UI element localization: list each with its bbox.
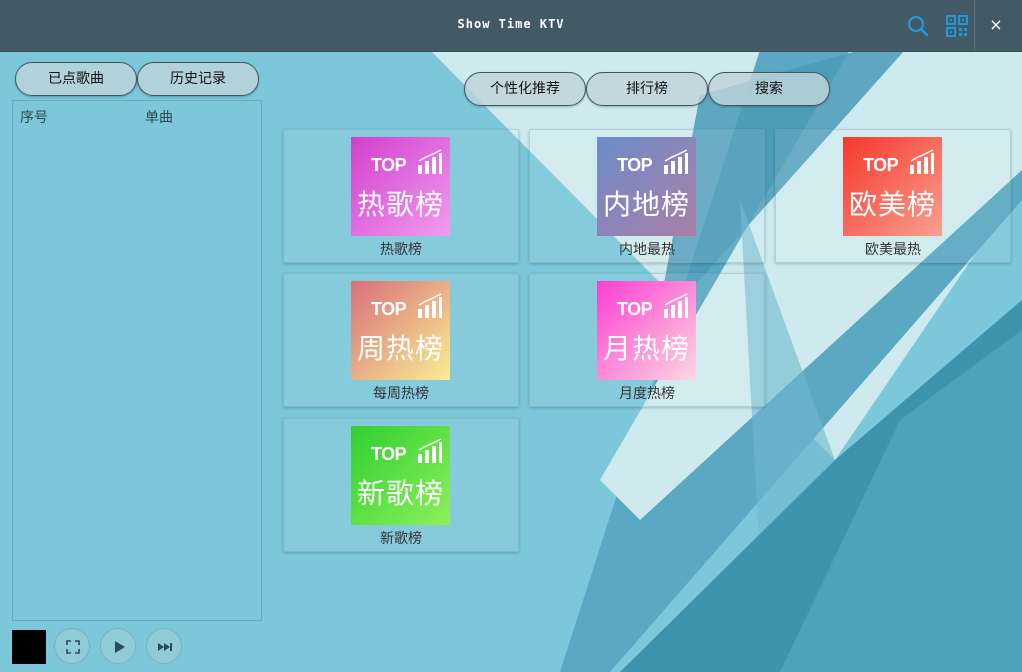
tab-queued-songs[interactable]: 已点歌曲 <box>15 62 137 96</box>
chart-card-new[interactable]: TOP 新歌榜 新歌榜 <box>283 418 519 552</box>
play-button[interactable] <box>100 628 136 664</box>
column-header-index: 序号 <box>20 110 48 126</box>
chart-bars-icon <box>910 149 934 174</box>
chart-card-mainland[interactable]: TOP 内地榜 内地最热 <box>529 129 765 263</box>
chart-cover: TOP 新歌榜 <box>351 426 450 525</box>
column-header-song: 单曲 <box>145 110 173 126</box>
chart-cover-title: 欧美榜 <box>848 188 936 221</box>
chart-bars-icon <box>418 293 442 318</box>
chart-cover-title: 月热榜 <box>602 332 690 365</box>
chart-cover-title: 内地榜 <box>602 188 690 221</box>
chart-caption: 热歌榜 <box>380 242 422 258</box>
chart-cover-title: 新歌榜 <box>356 477 444 510</box>
tab-recommend[interactable]: 个性化推荐 <box>464 72 586 106</box>
chart-bars-icon <box>418 438 442 463</box>
chart-bars-icon <box>664 293 688 318</box>
chart-card-western[interactable]: TOP 欧美榜 欧美最热 <box>775 129 1011 263</box>
chart-bars-icon <box>418 149 442 174</box>
window-title: Show Time KTV <box>457 17 565 31</box>
chart-card-weekly[interactable]: TOP 周热榜 每周热榜 <box>283 273 519 407</box>
chart-cover-title: 周热榜 <box>356 332 444 365</box>
chart-caption: 欧美最热 <box>865 242 921 258</box>
tab-charts[interactable]: 排行榜 <box>586 72 708 106</box>
top-label: TOP <box>617 299 653 319</box>
chart-cover: TOP 热歌榜 <box>351 137 450 236</box>
tab-history[interactable]: 历史记录 <box>137 62 259 96</box>
play-icon <box>115 641 125 653</box>
app-window: Show Time KTV × 已点歌曲 历史记录 序号 单曲 个性化推荐 排行… <box>0 0 1022 672</box>
titlebar-divider <box>974 0 975 51</box>
chart-bars-icon <box>664 149 688 174</box>
chart-caption: 新歌榜 <box>380 531 422 547</box>
chart-cover: TOP 内地榜 <box>597 137 696 236</box>
album-thumbnail[interactable] <box>12 630 46 664</box>
fullscreen-icon <box>66 640 80 654</box>
chart-cover: TOP 周热榜 <box>351 281 450 380</box>
fullscreen-button[interactable] <box>54 628 90 664</box>
chart-card-hot[interactable]: TOP 热歌榜 热歌榜 <box>283 129 519 263</box>
chart-cover: TOP 月热榜 <box>597 281 696 380</box>
top-label: TOP <box>371 299 407 319</box>
top-label: TOP <box>371 155 407 175</box>
tab-search[interactable]: 搜索 <box>708 72 830 106</box>
playlist-panel: 序号 单曲 <box>12 100 262 621</box>
chart-caption: 内地最热 <box>619 242 675 258</box>
skip-next-icon <box>158 643 172 651</box>
top-label: TOP <box>863 155 899 175</box>
chart-card-monthly[interactable]: TOP 月热榜 月度热榜 <box>529 273 765 407</box>
top-label: TOP <box>371 444 407 464</box>
search-icon[interactable] <box>906 14 930 38</box>
qr-code-icon[interactable] <box>945 14 969 38</box>
top-label: TOP <box>617 155 653 175</box>
chart-caption: 每周热榜 <box>373 386 429 402</box>
close-button[interactable]: × <box>985 14 1007 36</box>
chart-caption: 月度热榜 <box>619 386 675 402</box>
chart-cover: TOP 欧美榜 <box>843 137 942 236</box>
chart-cover-title: 热歌榜 <box>356 188 444 221</box>
title-bar: Show Time KTV × <box>0 0 1022 52</box>
skip-next-button[interactable] <box>146 628 182 664</box>
